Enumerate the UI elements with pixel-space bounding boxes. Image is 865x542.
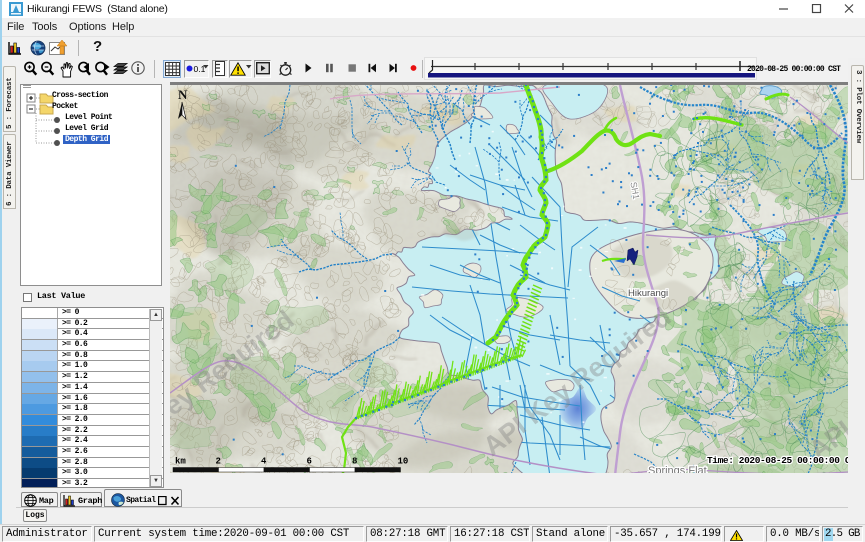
svg-text:Springs Flat: Springs Flat — [648, 465, 707, 473]
svg-text:Hikurangi: Hikurangi — [628, 288, 668, 299]
svg-text:N: N — [178, 87, 188, 102]
svg-text:6: 6 — [307, 457, 312, 467]
svg-text:2: 2 — [216, 457, 221, 467]
svg-text:km: km — [175, 457, 186, 467]
svg-text:8: 8 — [352, 457, 357, 467]
svg-text:4: 4 — [261, 457, 267, 467]
svg-text:Time: 2020-08-25 00:00:00 CST: Time: 2020-08-25 00:00:00 CST — [707, 455, 848, 466]
svg-text:10: 10 — [398, 457, 409, 467]
